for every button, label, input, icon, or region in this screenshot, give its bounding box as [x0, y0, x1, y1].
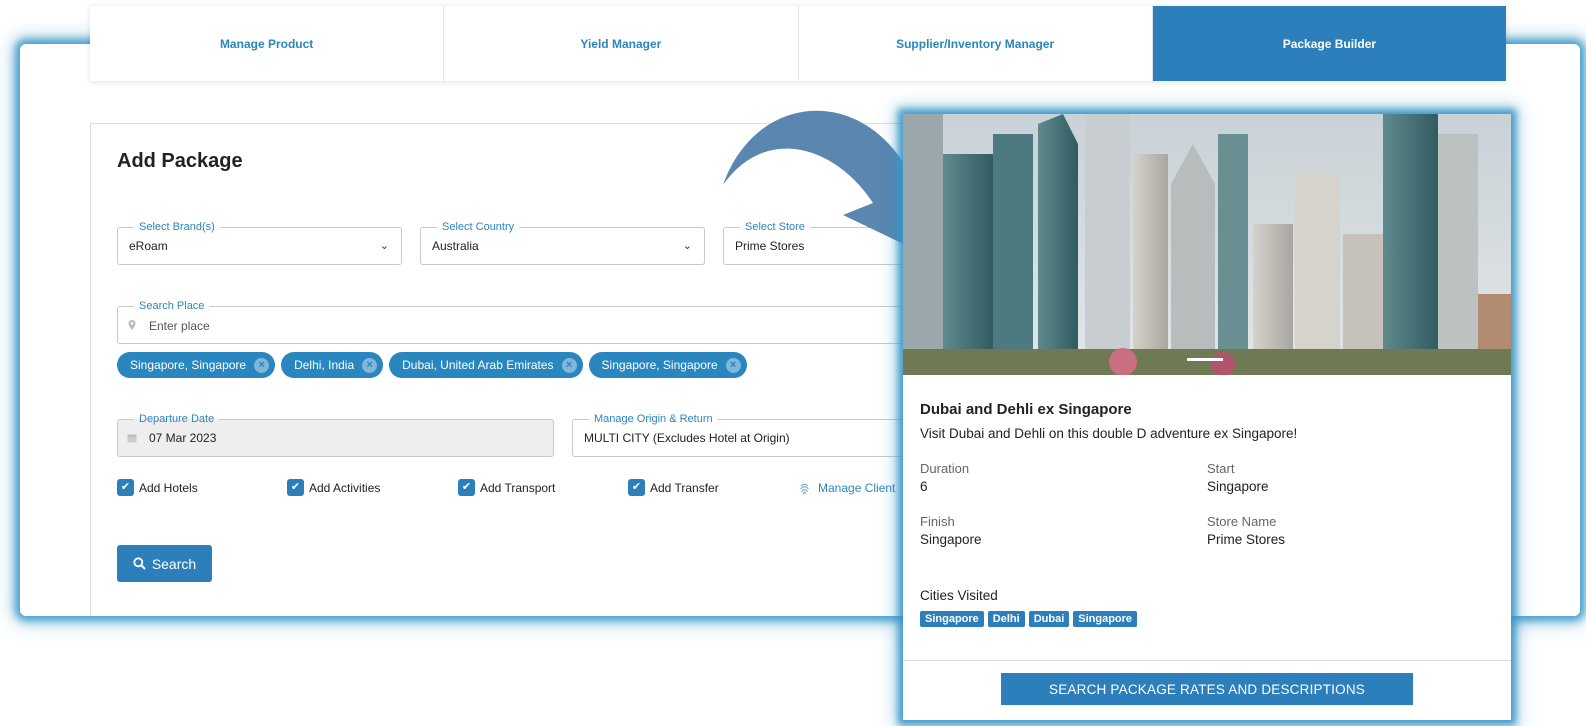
- check-icon: ✔: [117, 479, 134, 496]
- finish-label: Finish: [920, 514, 955, 529]
- search-place-placeholder: Enter place: [149, 319, 210, 333]
- city-tags: Singapore Delhi Dubai Singapore: [920, 611, 1138, 627]
- tab-yield-manager[interactable]: Yield Manager: [444, 6, 799, 81]
- departure-date-field[interactable]: Departure Date 07 Mar 2023: [117, 412, 554, 457]
- calendar-icon: [127, 434, 137, 443]
- brand-select-label: Select Brand(s): [134, 220, 220, 234]
- close-circle-icon[interactable]: ×: [254, 357, 270, 373]
- finish-value: Singapore: [920, 532, 982, 547]
- search-button[interactable]: Search: [117, 545, 212, 582]
- place-chip: Singapore, Singapore ×: [588, 352, 747, 378]
- close-circle-icon[interactable]: ×: [561, 357, 577, 373]
- duration-label: Duration: [920, 461, 970, 476]
- check-icon: ✔: [287, 479, 304, 496]
- tab-supplier-inventory-manager[interactable]: Supplier/Inventory Manager: [799, 6, 1153, 81]
- package-description: Visit Dubai and Dehli on this double D a…: [920, 426, 1298, 441]
- country-select-value: Australia: [432, 239, 479, 253]
- cities-visited-label: Cities Visited: [920, 588, 998, 603]
- store-name-label: Store Name: [1207, 514, 1277, 529]
- screenshot-stage: Manage Product Yield Manager Supplier/In…: [0, 0, 1586, 726]
- place-chip: Singapore, Singapore ×: [117, 352, 276, 378]
- city-tag: Singapore: [920, 611, 984, 627]
- search-place-input[interactable]: Search Place Enter place: [117, 299, 997, 344]
- module-tab-bar: Manage Product Yield Manager Supplier/In…: [90, 6, 1506, 81]
- add-transfer-checkbox[interactable]: ✔ Add Transfer: [628, 479, 719, 496]
- departure-date-value: 07 Mar 2023: [149, 431, 217, 445]
- check-icon: ✔: [628, 479, 645, 496]
- tab-manage-product[interactable]: Manage Product: [90, 6, 445, 81]
- add-options: ✔ Add Hotels ✔ Add Activities ✔ Add Tran…: [117, 479, 977, 499]
- start-value: Singapore: [1207, 479, 1269, 494]
- page-title: Add Package: [117, 150, 243, 172]
- country-select-label: Select Country: [437, 220, 520, 234]
- chevron-down-icon: ⌄: [682, 240, 692, 252]
- add-hotels-checkbox[interactable]: ✔ Add Hotels: [117, 479, 198, 496]
- departure-date-label: Departure Date: [134, 412, 220, 426]
- place-chip-label: Dubai, United Arab Emirates: [402, 358, 554, 372]
- place-chip: Dubai, United Arab Emirates ×: [389, 352, 583, 378]
- duration-value: 6: [920, 479, 928, 494]
- city-tag: Singapore: [1073, 611, 1138, 627]
- place-chip: Delhi, India ×: [281, 352, 384, 378]
- store-info: Store Name Prime Stores: [1207, 514, 1285, 547]
- package-preview-card: Dubai and Dehli ex Singapore Visit Dubai…: [903, 114, 1511, 720]
- brand-select[interactable]: Select Brand(s) eRoam ⌄: [117, 220, 402, 265]
- duration-info: Duration 6: [920, 461, 969, 494]
- chevron-down-icon: ⌄: [379, 240, 389, 252]
- city-skyline-image: [903, 114, 1511, 375]
- add-activities-label: Add Activities: [309, 480, 381, 495]
- add-transport-checkbox[interactable]: ✔ Add Transport: [458, 479, 555, 496]
- place-chip-label: Singapore, Singapore: [130, 358, 247, 372]
- manage-client-label: Manage Client: [818, 481, 896, 495]
- city-tag: Dubai: [1028, 611, 1070, 627]
- brand-select-value: eRoam: [129, 239, 168, 253]
- add-transfer-label: Add Transfer: [650, 480, 719, 495]
- check-icon: ✔: [458, 479, 475, 496]
- place-chip-label: Delhi, India: [294, 358, 355, 372]
- cities-visited: Cities Visited: [920, 588, 998, 603]
- divider: [903, 660, 1511, 661]
- place-chip-label: Singapore, Singapore: [601, 358, 718, 372]
- search-button-label: Search: [151, 555, 197, 572]
- search-icon: [133, 557, 146, 570]
- tab-package-builder[interactable]: Package Builder: [1152, 6, 1506, 81]
- search-place-label: Search Place: [134, 299, 210, 313]
- manage-client-link[interactable]: Manage Client: [798, 481, 895, 495]
- store-name-value: Prime Stores: [1207, 532, 1286, 547]
- add-transport-label: Add Transport: [480, 480, 556, 495]
- add-activities-checkbox[interactable]: ✔ Add Activities: [287, 479, 380, 496]
- close-circle-icon[interactable]: ×: [725, 357, 741, 373]
- origin-return-label: Manage Origin & Return: [589, 412, 718, 426]
- close-circle-icon[interactable]: ×: [362, 357, 378, 373]
- start-label: Start: [1207, 461, 1235, 476]
- add-hotels-label: Add Hotels: [139, 480, 198, 495]
- city-tag: Delhi: [987, 611, 1025, 627]
- country-select[interactable]: Select Country Australia ⌄: [420, 220, 705, 265]
- search-package-rates-button[interactable]: SEARCH PACKAGE RATES AND DESCRIPTIONS: [1001, 673, 1413, 705]
- start-info: Start Singapore: [1207, 461, 1269, 494]
- selected-places: Singapore, Singapore × Delhi, India × Du…: [117, 352, 747, 378]
- origin-return-value: MULTI CITY (Excludes Hotel at Origin): [584, 431, 790, 445]
- map-pin-icon: [128, 320, 136, 330]
- package-title: Dubai and Dehli ex Singapore: [920, 401, 1132, 418]
- finish-info: Finish Singapore: [920, 514, 982, 547]
- fingerprint-icon: [800, 483, 809, 494]
